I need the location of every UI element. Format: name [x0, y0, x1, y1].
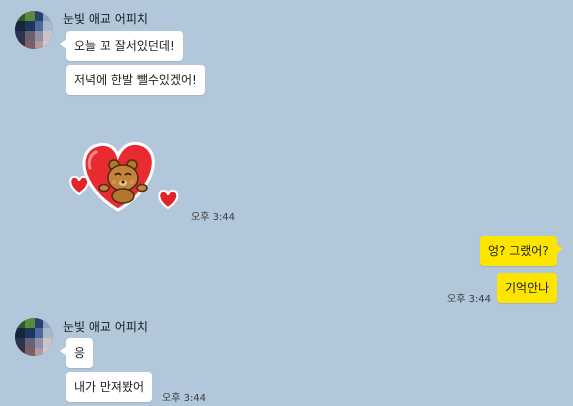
message-bubble[interactable]: 내가 만져봤어: [66, 372, 153, 402]
message-bubble[interactable]: 응: [59, 338, 94, 368]
my-message-bubble[interactable]: 기억안나: [497, 273, 558, 303]
sender-name: 눈빛 애교 어피치: [63, 12, 148, 26]
my-message-bubble[interactable]: 엉? 그랬어?: [480, 236, 563, 266]
message-bubble[interactable]: 오늘 꼬 잘서있던데!: [60, 31, 183, 61]
message-bubble[interactable]: 저녁에 한발 뺄수있겠어!: [66, 65, 205, 95]
avatar[interactable]: [15, 318, 53, 356]
message-time: 오후 3:44: [191, 212, 236, 223]
sender-name: 눈빛 애교 어피치: [63, 320, 148, 334]
avatar[interactable]: [15, 11, 53, 49]
heart-bear-sticker[interactable]: [66, 138, 186, 214]
message-time: 오후 3:44: [447, 294, 492, 305]
message-time: 오후 3:44: [162, 393, 207, 404]
